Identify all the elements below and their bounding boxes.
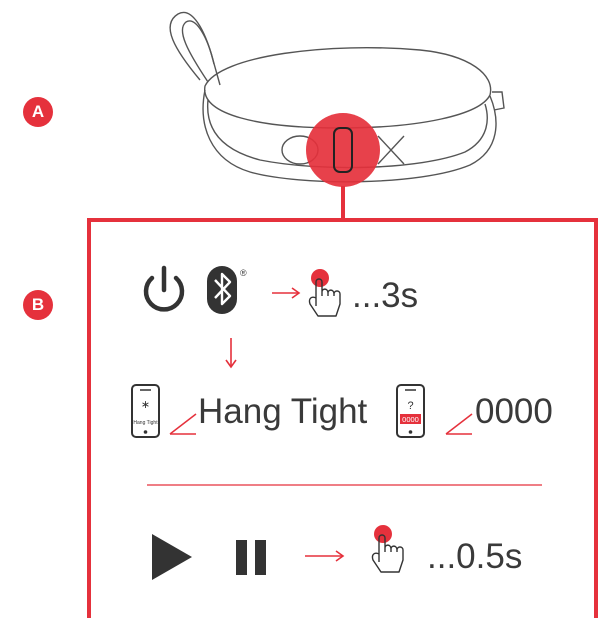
play-icon	[152, 534, 192, 580]
bluetooth-icon	[207, 266, 237, 314]
pin-code-text: 0000	[475, 392, 553, 431]
playback-hold-time: ...0.5s	[427, 537, 523, 576]
pause-icon	[236, 540, 266, 575]
slash-icon	[169, 413, 197, 435]
press-hand-icon	[308, 269, 341, 317]
slash-icon	[445, 413, 473, 435]
press-hand-icon	[371, 525, 404, 573]
arrow-right-icon	[305, 550, 345, 562]
instruction-diagram: A B ∗ Hang Tight ? 0000 ® ...3s Hang Tig…	[0, 0, 605, 618]
hang-tight-text: Hang Tight	[198, 392, 368, 431]
pairing-hold-time: ...3s	[352, 276, 419, 315]
power-icon	[143, 265, 185, 312]
button-highlight	[306, 113, 380, 187]
registered-mark: ®	[240, 268, 247, 278]
phone-pin-icon: ? 0000	[396, 384, 425, 438]
phone-pin-code: 0000	[402, 415, 419, 424]
arrow-right-icon	[272, 287, 301, 299]
phone-question-mark: ?	[407, 400, 413, 412]
diagram-canvas: ∗ Hang Tight ? 0000	[87, 11, 598, 618]
arrow-down-icon	[225, 338, 237, 369]
phone-bt-glyph: ∗	[141, 398, 150, 411]
phone-screen-text: Hang Tight	[133, 420, 158, 426]
phone-bluetooth-icon: ∗ Hang Tight	[131, 384, 160, 438]
